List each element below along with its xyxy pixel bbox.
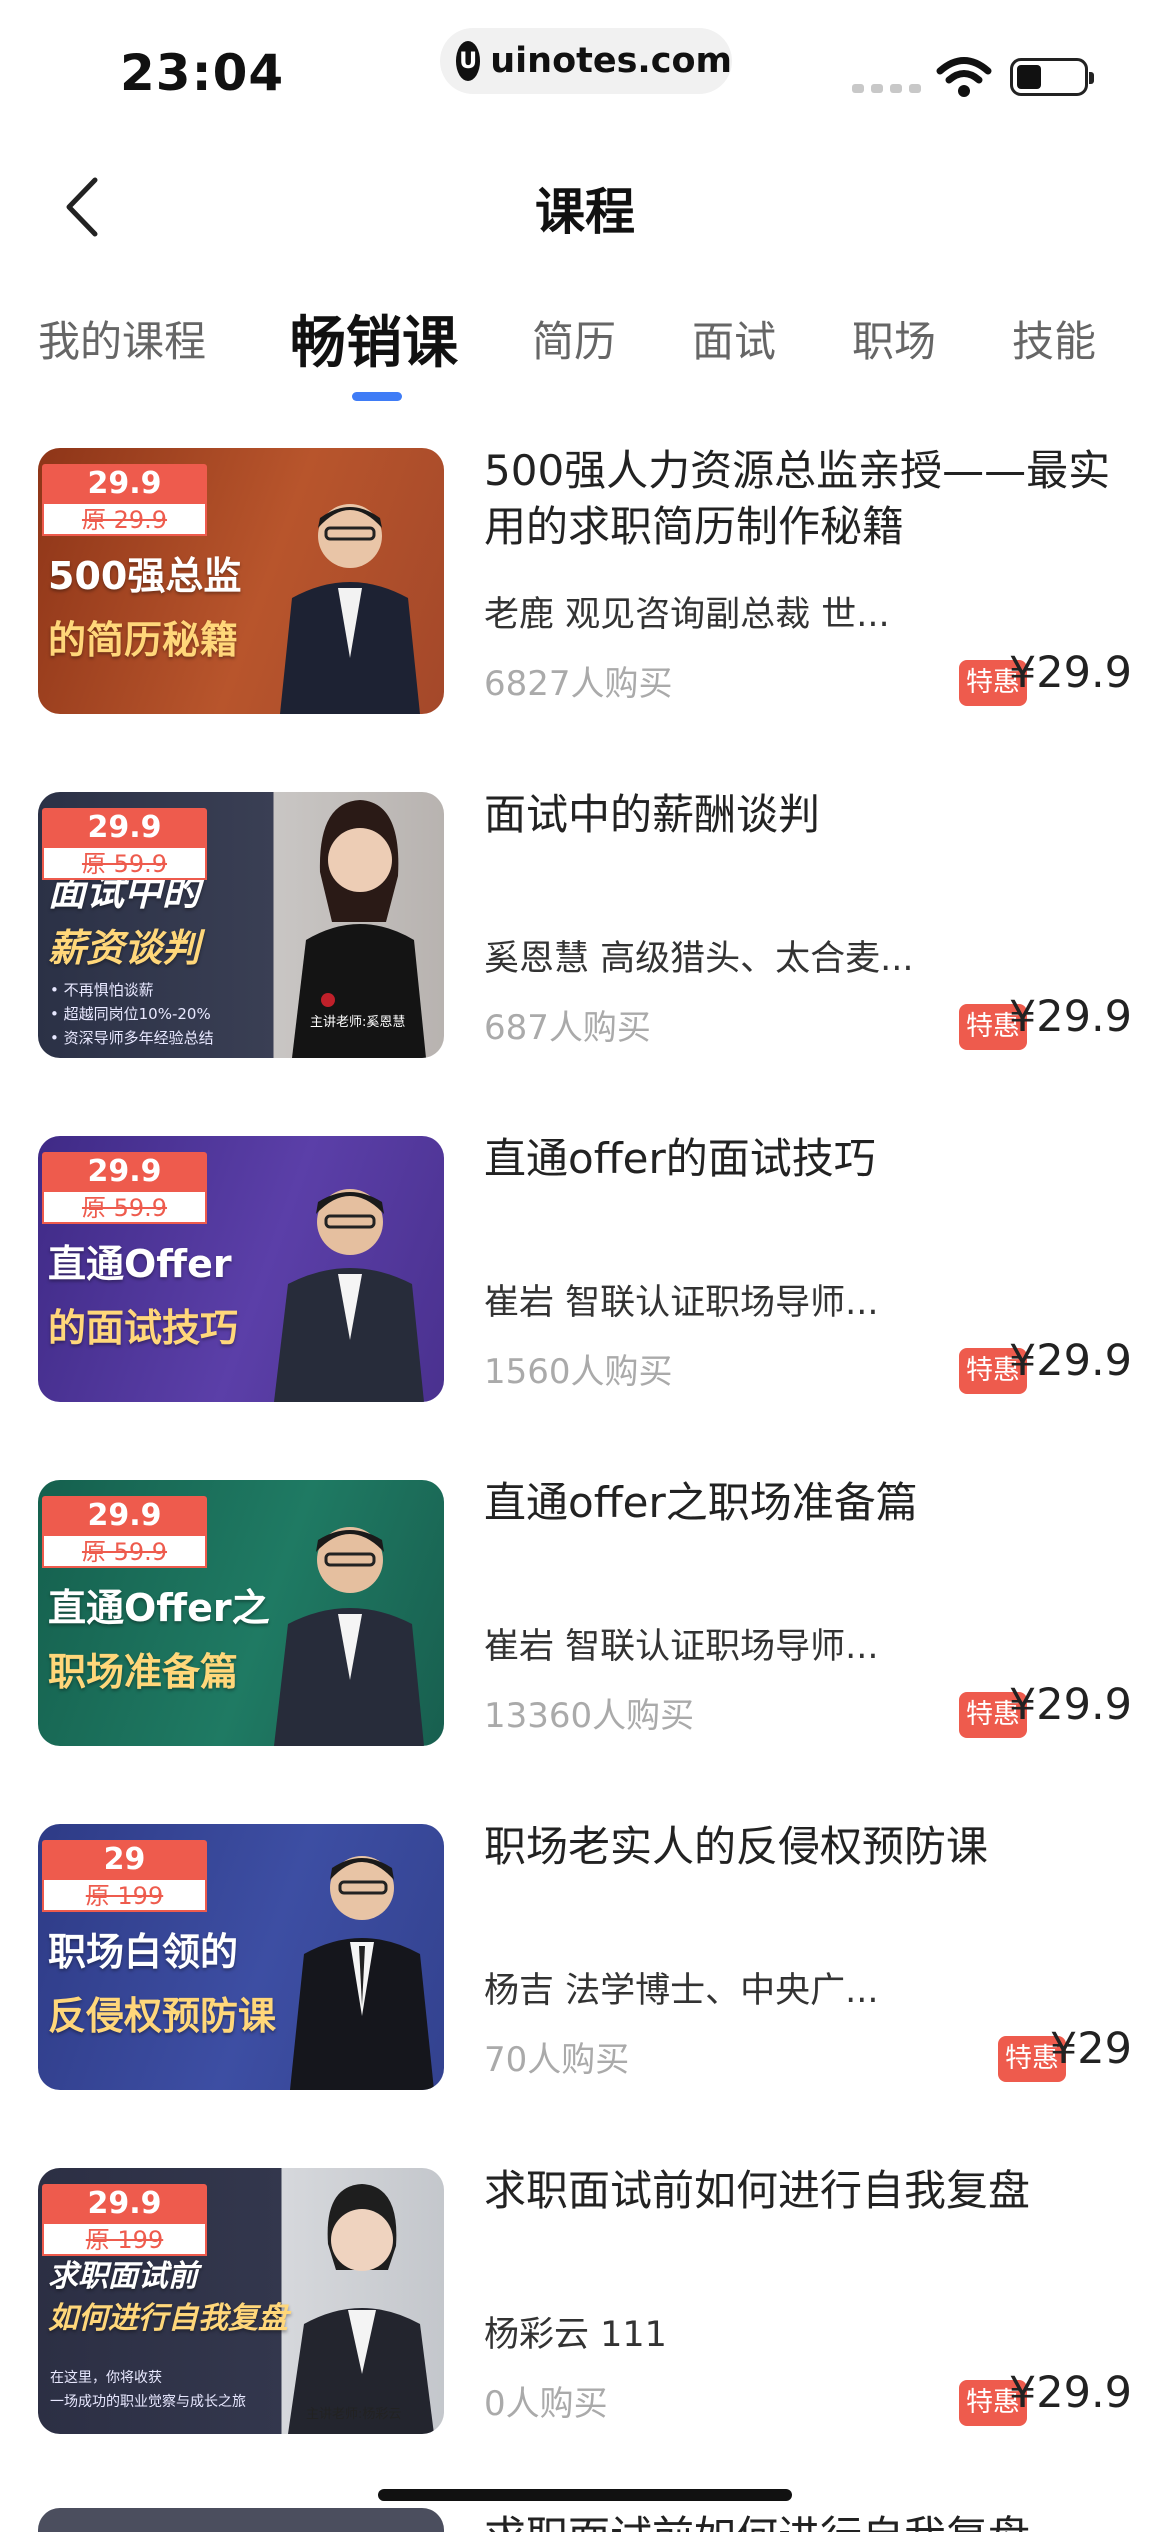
thumb-title-line2: 的简历秘籍 bbox=[48, 618, 239, 662]
course-price: ¥29.9 bbox=[1008, 1680, 1132, 1730]
thumb-title-line1: 职场白领的 bbox=[48, 1930, 239, 1974]
buyer-count: 70人购买 bbox=[484, 2040, 630, 2080]
teacher-photo bbox=[264, 1508, 434, 1746]
teacher-photo bbox=[278, 2174, 444, 2434]
course-card[interactable]: 直通Offer 的面试技巧 29.9 原 59.9 直通offer的面试技巧 崔… bbox=[0, 1134, 1170, 1402]
thumb-caption: 主讲老师:杨彩云 bbox=[306, 2407, 402, 2422]
course-price: ¥29.9 bbox=[1008, 1336, 1132, 1386]
buyer-count: 13360人购买 bbox=[484, 1696, 695, 1736]
course-teacher: 崔岩 智联认证职场导师... bbox=[484, 1627, 879, 1667]
tab-bestsellers[interactable]: 畅销课 bbox=[290, 298, 458, 379]
course-title[interactable]: 求职面试前如何进行自我复盘 bbox=[484, 2163, 1144, 2219]
status-time: 23:04 bbox=[120, 44, 285, 102]
buyer-count: 0人购买 bbox=[484, 2384, 608, 2424]
price-tag: 29.9 原 29.9 bbox=[42, 464, 207, 540]
thumb-price-now: 29.9 bbox=[42, 2184, 207, 2224]
course-card[interactable]: 职场白领的 反侵权预防课 29 原 199 职场老实人的反侵权预防课 杨吉 法学… bbox=[0, 1822, 1170, 2090]
course-thumbnail[interactable]: 职场白领的 反侵权预防课 29 原 199 bbox=[38, 1824, 444, 2090]
price-tag: 29.9 原 59.9 bbox=[42, 1152, 207, 1228]
thumb-title-line1: 直通Offer之 bbox=[48, 1586, 270, 1630]
course-title-partial[interactable]: 求职面试前如何进行自我复盘 bbox=[484, 2503, 1030, 2532]
course-thumbnail[interactable]: 500强总监 的简历秘籍 29.9 原 29.9 bbox=[38, 448, 444, 714]
thumb-price-old: 原 59.9 bbox=[42, 1192, 207, 1224]
buyer-count: 687人购买 bbox=[484, 1008, 651, 1048]
buyer-count: 6827人购买 bbox=[484, 664, 673, 704]
course-price: ¥29.9 bbox=[1008, 648, 1132, 698]
thumb-title-line2: 如何进行自我复盘 bbox=[48, 2301, 288, 2336]
price-tag: 29.9 原 59.9 bbox=[42, 1496, 207, 1572]
course-teacher: 崔岩 智联认证职场导师... bbox=[484, 1283, 879, 1323]
tab-resume[interactable]: 简历 bbox=[532, 308, 616, 369]
price-tag: 29 原 199 bbox=[42, 1840, 207, 1916]
course-thumbnail[interactable]: 求职面试前 如何进行自我复盘 在这里，你将收获 一场成功的职业觉察与成长之旅 主… bbox=[38, 2168, 444, 2434]
thumb-price-old: 原 59.9 bbox=[42, 848, 207, 880]
site-logo-icon: U bbox=[456, 41, 481, 81]
thumb-bullet: 一场成功的职业觉察与成长之旅 bbox=[50, 2394, 246, 2410]
thumb-title-line2: 职场准备篇 bbox=[48, 1650, 239, 1694]
course-price: ¥29.9 bbox=[1008, 2368, 1132, 2418]
price-tag: 29.9 原 59.9 bbox=[42, 808, 207, 884]
page-title: 课程 bbox=[535, 183, 635, 241]
price-tag: 29.9 原 199 bbox=[42, 2184, 207, 2260]
thumb-price-now: 29.9 bbox=[42, 1152, 207, 1192]
thumb-title-line2: 反侵权预防课 bbox=[48, 1994, 277, 2038]
teacher-photo bbox=[264, 1172, 434, 1402]
tab-skills[interactable]: 技能 bbox=[1012, 308, 1096, 369]
course-teacher: 奚恩慧 高级猎头、太合麦... bbox=[484, 939, 914, 979]
teacher-photo bbox=[270, 488, 430, 714]
thumb-bullet: • 资深导师多年经验总结 bbox=[50, 1029, 214, 1047]
thumb-bullet: 在这里，你将收获 bbox=[50, 2370, 162, 2386]
course-card[interactable]: 面试中的 薪资谈判 • 不再惧怕谈薪 • 超越同岗位10%-20% • 资深导师… bbox=[0, 790, 1170, 1058]
course-card[interactable]: 求职面试前 如何进行自我复盘 在这里，你将收获 一场成功的职业觉察与成长之旅 主… bbox=[0, 2166, 1170, 2434]
course-price: ¥29.9 bbox=[1008, 992, 1132, 1042]
thumb-price-old: 原 29.9 bbox=[42, 504, 207, 536]
thumb-bullet: • 超越同岗位10%-20% bbox=[50, 1005, 211, 1023]
cellular-signal-icon bbox=[852, 84, 921, 93]
thumb-price-now: 29.9 bbox=[42, 1496, 207, 1536]
thumb-title-line1: 500强总监 bbox=[48, 554, 242, 598]
thumb-price-now: 29.9 bbox=[42, 464, 207, 504]
tab-workplace[interactable]: 职场 bbox=[852, 308, 936, 369]
course-title[interactable]: 直通offer之职场准备篇 bbox=[484, 1475, 1144, 1531]
course-title[interactable]: 职场老实人的反侵权预防课 bbox=[484, 1819, 1144, 1875]
course-card[interactable]: 直通Offer之 职场准备篇 29.9 原 59.9 直通offer之职场准备篇… bbox=[0, 1478, 1170, 1746]
home-indicator[interactable] bbox=[378, 2489, 792, 2501]
course-thumbnail[interactable]: 直通Offer 的面试技巧 29.9 原 59.9 bbox=[38, 1136, 444, 1402]
thumb-title-line2: 的面试技巧 bbox=[48, 1306, 239, 1350]
course-title[interactable]: 500强人力资源总监亲授——最实用的求职简历制作秘籍 bbox=[484, 443, 1144, 555]
category-tabs: 我的课程 畅销课 简历 面试 职场 技能 bbox=[0, 308, 1170, 398]
thumb-title-line1: 直通Offer bbox=[48, 1242, 232, 1286]
course-thumbnail-partial[interactable] bbox=[38, 2508, 444, 2532]
course-title[interactable]: 直通offer的面试技巧 bbox=[484, 1131, 1144, 1187]
course-price: ¥29 bbox=[1049, 2024, 1132, 2074]
course-thumbnail[interactable]: 面试中的 薪资谈判 • 不再惧怕谈薪 • 超越同岗位10%-20% • 资深导师… bbox=[38, 792, 444, 1058]
thumb-price-old: 原 199 bbox=[42, 2224, 207, 2256]
thumb-bullet: • 不再惧怕谈薪 bbox=[50, 981, 154, 999]
thumb-caption: 主讲老师:奚恩慧 bbox=[310, 1015, 406, 1030]
tab-interview[interactable]: 面试 bbox=[692, 308, 776, 369]
course-thumbnail[interactable]: 直通Offer之 职场准备篇 29.9 原 59.9 bbox=[38, 1480, 444, 1746]
course-teacher: 杨彩云 111 bbox=[484, 2315, 667, 2355]
buyer-count: 1560人购买 bbox=[484, 1352, 673, 1392]
tab-my-courses[interactable]: 我的课程 bbox=[38, 308, 206, 369]
course-card[interactable]: 500强总监 的简历秘籍 29.9 原 29.9 500强人力资源总监亲授——最… bbox=[0, 446, 1170, 714]
url-text: uinotes.com bbox=[490, 41, 732, 81]
battery-icon bbox=[1010, 58, 1094, 96]
thumb-price-now: 29 bbox=[42, 1840, 207, 1880]
thumb-price-old: 原 59.9 bbox=[42, 1536, 207, 1568]
teacher-photo bbox=[284, 1838, 444, 2090]
thumb-price-old: 原 199 bbox=[42, 1880, 207, 1912]
thumb-price-now: 29.9 bbox=[42, 808, 207, 848]
url-pill[interactable]: U uinotes.com bbox=[440, 28, 732, 94]
course-teacher: 杨吉 法学博士、中央广... bbox=[484, 1971, 879, 2011]
active-tab-indicator bbox=[352, 392, 402, 401]
course-title[interactable]: 面试中的薪酬谈判 bbox=[484, 787, 1144, 843]
wifi-icon bbox=[936, 57, 992, 97]
status-bar: 23:04 U uinotes.com bbox=[0, 0, 1170, 130]
thumb-title-line2: 薪资谈判 bbox=[48, 926, 201, 970]
course-teacher: 老鹿 观见咨询副总裁 世... bbox=[484, 595, 890, 635]
